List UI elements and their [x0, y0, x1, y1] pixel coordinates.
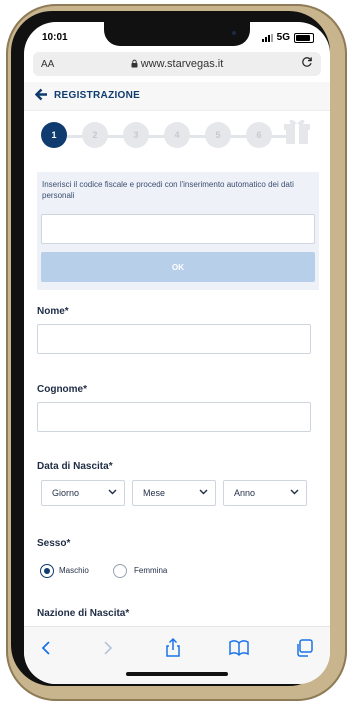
cognome-label: Cognome*: [37, 384, 87, 395]
step-1: 1: [41, 122, 67, 148]
anno-value: Anno: [234, 488, 256, 498]
step-progress: 1 2 3 4 5 6: [24, 114, 330, 158]
share-icon[interactable]: [162, 637, 184, 659]
signal-icon: [261, 33, 273, 42]
mese-select[interactable]: Mese: [132, 480, 216, 506]
lock-icon: [131, 59, 138, 68]
femmina-radio[interactable]: [113, 564, 127, 578]
step-3: 3: [123, 122, 149, 148]
screen: 10:01 5G AA www.starvegas.it REGISTRAZIO…: [24, 22, 330, 684]
step-6: 6: [246, 122, 272, 148]
back-icon[interactable]: [36, 637, 58, 659]
url-text[interactable]: www.starvegas.it: [33, 58, 321, 70]
giorno-select[interactable]: Giorno: [41, 480, 125, 506]
forward-icon[interactable]: [96, 637, 118, 659]
back-arrow-icon[interactable]: [35, 88, 48, 101]
battery-icon: [294, 32, 314, 43]
network-type: 5G: [276, 32, 290, 43]
sesso-label: Sesso*: [37, 538, 71, 549]
bookmarks-icon[interactable]: [228, 637, 250, 659]
anno-select[interactable]: Anno: [223, 480, 307, 506]
url-label: www.starvegas.it: [140, 58, 224, 70]
reload-icon[interactable]: [301, 55, 313, 71]
chevron-down-icon: [290, 489, 299, 495]
tabs-icon[interactable]: [294, 637, 316, 659]
step-2: 2: [82, 122, 108, 148]
giorno-value: Giorno: [52, 488, 80, 498]
nome-input[interactable]: [37, 324, 311, 354]
mese-value: Mese: [143, 488, 166, 498]
nome-label: Nome*: [37, 306, 69, 317]
fiscal-code-instruction: Inserisci il codice fiscale e procedi co…: [42, 180, 294, 200]
chevron-down-icon: [108, 489, 117, 495]
ok-button[interactable]: OK: [41, 252, 315, 282]
femmina-label[interactable]: Femmina: [134, 566, 167, 575]
maschio-label[interactable]: Maschio: [59, 566, 89, 575]
maschio-radio[interactable]: [40, 564, 54, 578]
home-indicator: [126, 672, 228, 676]
step-5: 5: [205, 122, 231, 148]
page-title: REGISTRAZIONE: [54, 90, 141, 101]
nazione-nascita-label: Nazione di Nascita*: [37, 608, 130, 619]
sesso-options: Maschio Femmina: [37, 564, 317, 582]
status-right: 5G: [261, 32, 314, 43]
chevron-down-icon: [199, 489, 208, 495]
cognome-input[interactable]: [37, 402, 311, 432]
step-4: 4: [164, 122, 190, 148]
address-bar[interactable]: AA www.starvegas.it: [33, 52, 321, 76]
status-bar: 10:01 5G: [24, 27, 330, 49]
status-time: 10:01: [42, 32, 68, 43]
fiscal-code-input[interactable]: [41, 214, 315, 244]
page-header: REGISTRAZIONE: [24, 82, 330, 111]
data-nascita-label: Data di Nascita*: [37, 461, 113, 472]
fiscal-code-box: Inserisci il codice fiscale e procedi co…: [37, 172, 319, 290]
gift-icon: [284, 119, 310, 144]
